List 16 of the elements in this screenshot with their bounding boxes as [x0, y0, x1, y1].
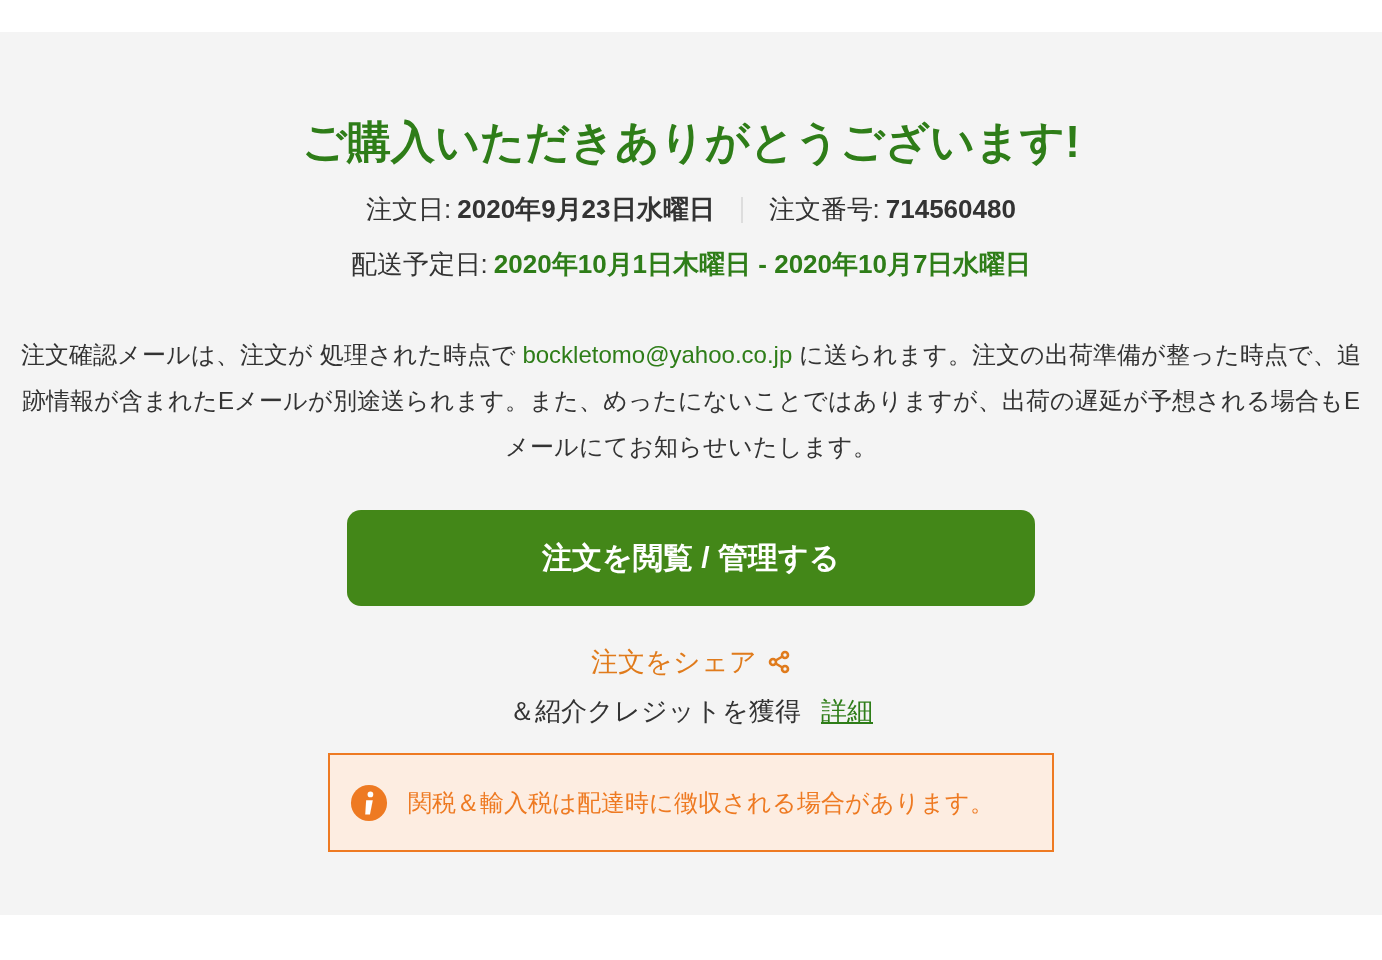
email-address: bockletomo@yahoo.co.jp [522, 341, 793, 369]
thank-you-heading: ご購入いただきありがとうございます! [302, 120, 1080, 164]
details-link[interactable]: 詳細 [821, 694, 873, 730]
view-manage-order-button[interactable]: 注文を閲覧 / 管理する [347, 510, 1035, 607]
order-date-value: 2020年9月23日水曜日 [457, 194, 715, 226]
referral-credit-text: ＆紹介クレジットを獲得 [509, 695, 801, 729]
confirmation-message: 注文確認メールは、注文が 処理された時点で bockletomo@yahoo.co.jp に送られます。注文の出荷準備が整った時点で、追跡情報が含まれたEメールが別途送られます。また、めったにないことではありますが、出荷の遅延が予想される場合もEメールにてお知らせいたします。 [20, 340, 1362, 463]
delivery-date-value: 2020年10月1日木曜日 - 2020年10月7日水曜日 [493, 249, 1032, 281]
share-icon [767, 650, 791, 675]
order-number-label: 注文番号: [768, 194, 880, 226]
share-order-link[interactable]: 注文をシェア [591, 644, 791, 681]
notice-text: 関税＆輸入税は配達時に徴収される場合があります。 [408, 787, 994, 818]
info-icon [350, 783, 388, 822]
order-date-label: 注文日: [366, 194, 452, 226]
delivery-date-label: 配送予定日: [350, 249, 488, 281]
order-number-value: 714560480 [885, 194, 1016, 226]
